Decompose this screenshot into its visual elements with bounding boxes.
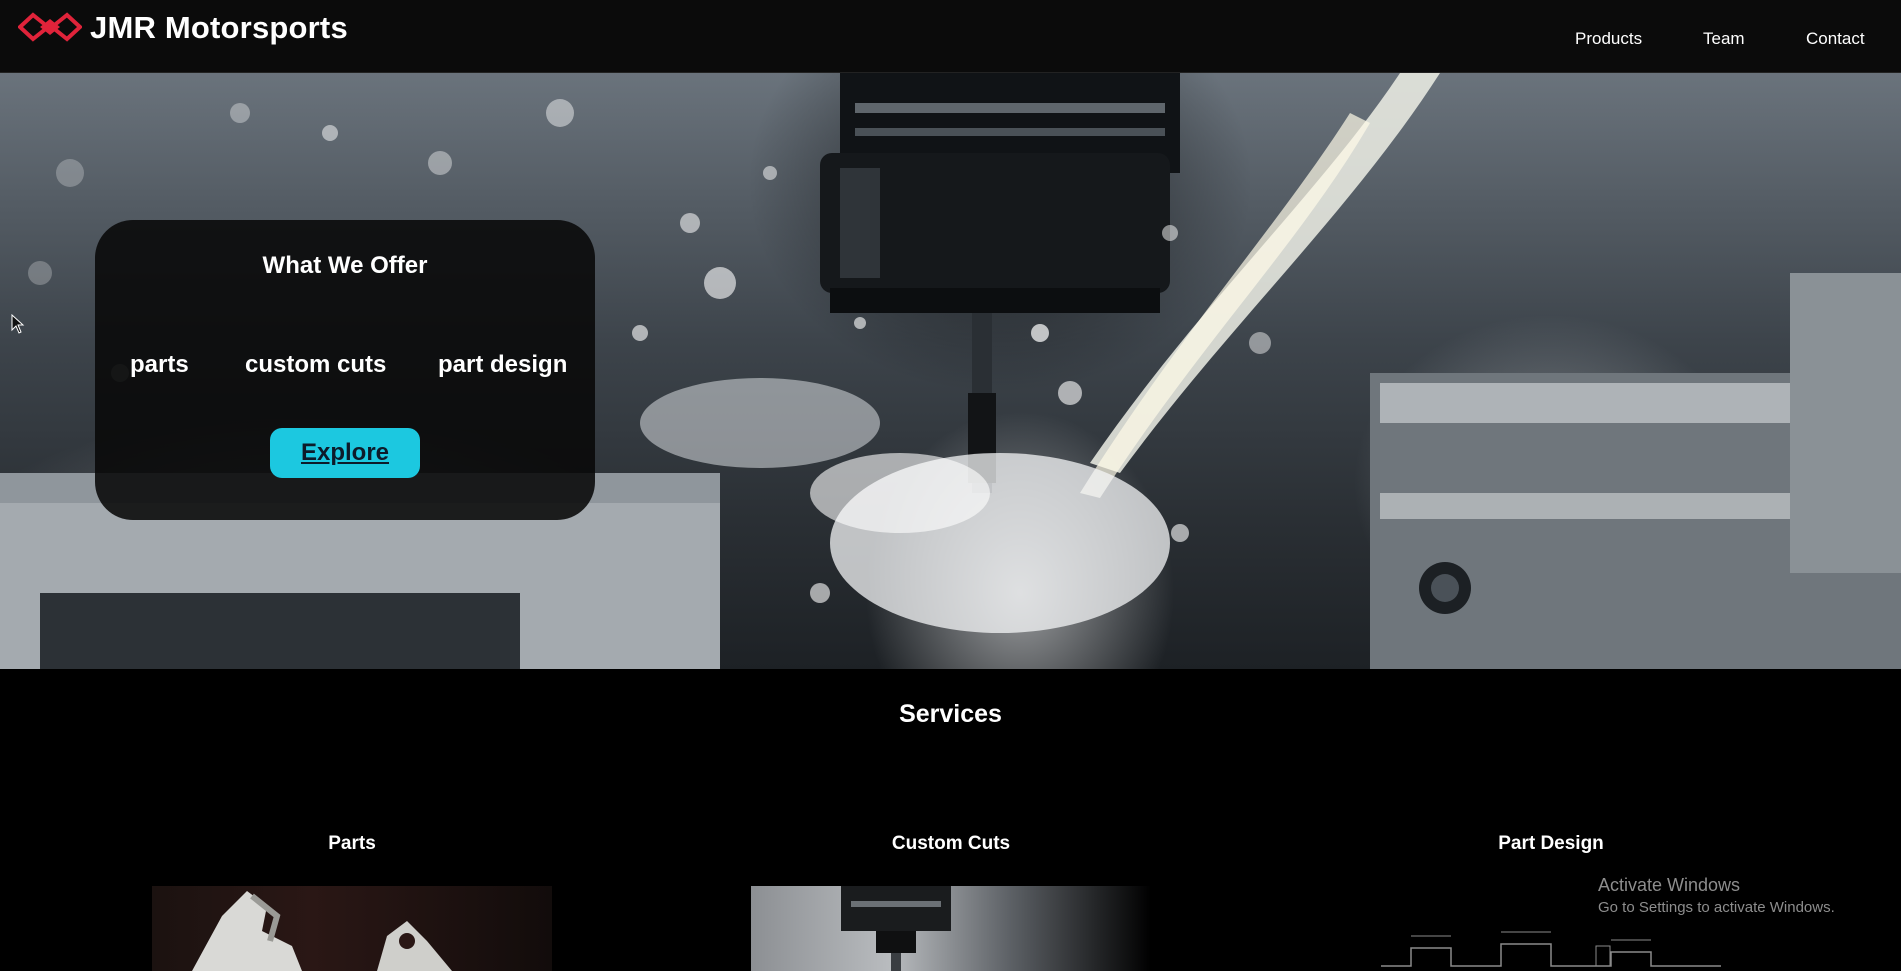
service-title-part-design: Part Design — [1498, 833, 1604, 854]
cnc-spindle-photo — [841, 886, 951, 971]
brand-name[interactable]: JMR Motorsports — [90, 10, 348, 46]
services-heading: Services — [899, 700, 1002, 728]
top-navbar: JMR Motorsports Products Team Contact — [0, 0, 1901, 73]
hero-banner: What We Offer parts custom cuts part des… — [0, 73, 1901, 669]
service-image-parts[interactable] — [152, 886, 552, 971]
nav-link-team[interactable]: Team — [1703, 29, 1745, 49]
windows-activation-title: Activate Windows — [1598, 875, 1741, 895]
offer-item-parts: parts — [130, 351, 189, 378]
explore-button[interactable]: Explore — [270, 428, 420, 478]
mouse-cursor-icon — [11, 314, 25, 334]
offer-item-part-design: part design — [438, 351, 568, 378]
service-image-custom-cuts[interactable] — [751, 886, 1151, 971]
service-title-custom-cuts: Custom Cuts — [891, 833, 1011, 854]
nav-link-contact[interactable]: Contact — [1806, 29, 1865, 49]
nav-link-products[interactable]: Products — [1575, 29, 1642, 49]
machined-parts-photo — [192, 891, 452, 971]
windows-activation-subtitle: Go to Settings to activate Windows. — [1598, 899, 1835, 916]
service-title-parts: Parts — [328, 833, 376, 854]
offer-item-custom-cuts: custom cuts — [245, 351, 387, 378]
offer-title: What We Offer — [262, 252, 428, 279]
what-we-offer-panel: What We Offer parts custom cuts part des… — [95, 220, 595, 520]
chain-link-logo-icon — [18, 12, 82, 42]
brand-logo[interactable] — [18, 12, 82, 42]
